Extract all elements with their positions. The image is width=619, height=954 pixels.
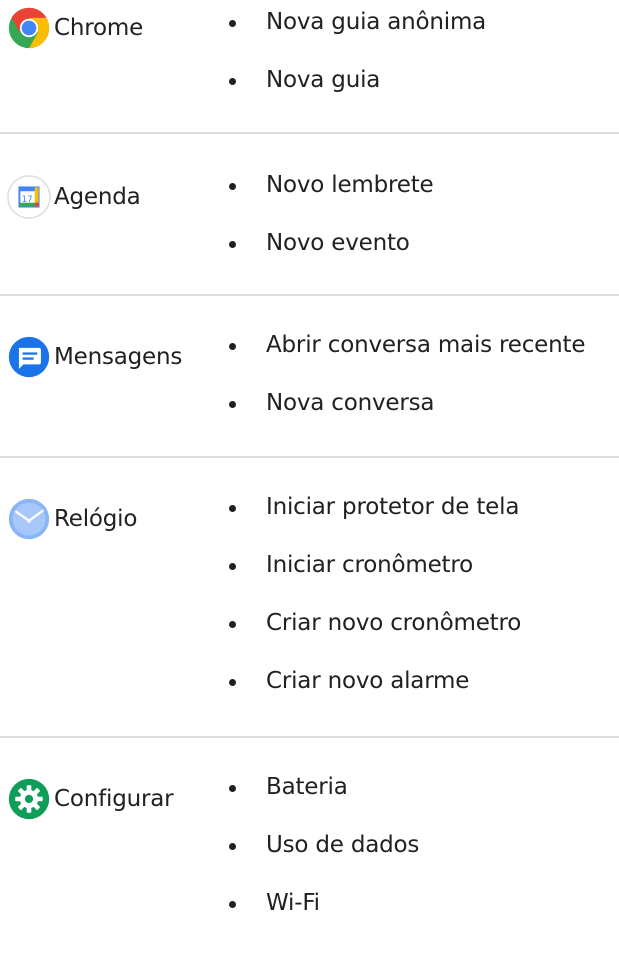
app-name: Chrome	[54, 15, 144, 41]
shortcut-label: Wi-Fi	[266, 890, 320, 916]
shortcut-label: Iniciar protetor de tela	[266, 494, 520, 520]
shortcut-label: Criar novo cronômetro	[266, 610, 522, 636]
calendar-icon: 17	[6, 174, 52, 220]
shortcut-item: Novo lembrete	[200, 160, 434, 218]
app-row-chrome: Chrome Nova guia anônima Nova guia	[0, 0, 619, 134]
bullet-icon	[229, 20, 236, 27]
shortcut-item: Iniciar cronômetro	[200, 540, 521, 598]
shortcut-item: Nova guia anônima	[200, 0, 486, 55]
app-cell-chrome: Chrome	[6, 3, 143, 53]
bullet-icon	[229, 401, 236, 408]
shortcut-label: Abrir conversa mais recente	[266, 332, 586, 358]
chrome-icon	[6, 5, 52, 51]
shortcut-item: Uso de dados	[200, 820, 419, 878]
app-row-mensagens: Mensagens Abrir conversa mais recente No…	[0, 296, 619, 458]
bullet-icon	[229, 183, 236, 190]
app-row-relogio: Relógio Iniciar protetor de tela Iniciar…	[0, 458, 619, 738]
app-name: Mensagens	[54, 344, 183, 370]
shortcut-item: Abrir conversa mais recente	[200, 320, 585, 378]
shortcut-item: Nova guia	[200, 55, 486, 113]
app-row-configurar: Configurar Bateria Uso de dados Wi-Fi	[0, 738, 619, 948]
app-name: Agenda	[54, 184, 141, 210]
shortcut-label: Nova guia	[266, 67, 381, 93]
bullet-icon	[229, 901, 236, 908]
clock-icon	[6, 496, 52, 542]
shortcut-list: Iniciar protetor de tela Iniciar cronôme…	[200, 482, 521, 714]
shortcut-item: Wi-Fi	[200, 878, 419, 936]
shortcut-list: Novo lembrete Novo evento	[200, 160, 434, 276]
bullet-icon	[229, 78, 236, 85]
shortcut-item: Criar novo cronômetro	[200, 598, 521, 656]
bullet-icon	[229, 785, 236, 792]
app-name: Configurar	[54, 786, 174, 812]
app-shortcuts-table: Chrome Nova guia anônima Nova guia 17 Ag…	[0, 0, 619, 948]
app-row-agenda: 17 Agenda Novo lembrete Novo evento	[0, 134, 619, 296]
bullet-icon	[229, 241, 236, 248]
shortcut-label: Novo evento	[266, 230, 410, 256]
shortcut-label: Bateria	[266, 774, 348, 800]
shortcut-label: Novo lembrete	[266, 172, 434, 198]
shortcut-list: Nova guia anônima Nova guia	[200, 0, 486, 113]
messages-icon	[6, 334, 52, 380]
bullet-icon	[229, 679, 236, 686]
bullet-icon	[229, 563, 236, 570]
shortcut-label: Uso de dados	[266, 832, 420, 858]
shortcut-label: Iniciar cronômetro	[266, 552, 473, 578]
app-cell-agenda: 17 Agenda	[6, 172, 141, 222]
shortcut-item: Criar novo alarme	[200, 656, 521, 714]
app-cell-mensagens: Mensagens	[6, 332, 182, 382]
shortcut-label: Nova guia anônima	[266, 9, 487, 35]
settings-gear-icon	[6, 776, 52, 822]
svg-text:17: 17	[22, 195, 33, 205]
shortcut-item: Iniciar protetor de tela	[200, 482, 521, 540]
bullet-icon	[229, 621, 236, 628]
app-cell-relogio: Relógio	[6, 494, 137, 544]
shortcut-label: Nova conversa	[266, 390, 435, 416]
shortcut-list: Abrir conversa mais recente Nova convers…	[200, 320, 585, 436]
bullet-icon	[229, 843, 236, 850]
shortcut-item: Novo evento	[200, 218, 434, 276]
app-cell-configurar: Configurar	[6, 774, 174, 824]
shortcut-item: Bateria	[200, 762, 419, 820]
bullet-icon	[229, 505, 236, 512]
shortcut-label: Criar novo alarme	[266, 668, 470, 694]
shortcut-item: Nova conversa	[200, 378, 585, 436]
shortcut-list: Bateria Uso de dados Wi-Fi	[200, 762, 419, 936]
app-name: Relógio	[54, 506, 138, 532]
bullet-icon	[229, 343, 236, 350]
